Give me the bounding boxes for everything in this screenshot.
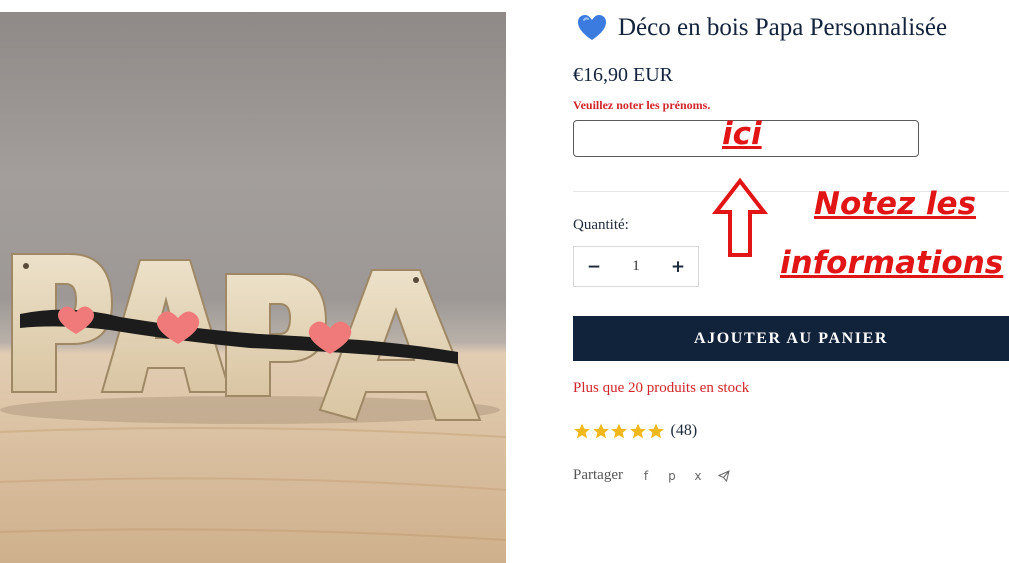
pinterest-icon[interactable]: p <box>664 468 680 484</box>
quantity-input[interactable]: 1 <box>614 258 658 275</box>
facebook-icon[interactable]: f <box>638 468 654 484</box>
rating-count: (48) <box>670 422 698 439</box>
quantity-decrease-button[interactable]: − <box>574 247 614 286</box>
product-image[interactable] <box>0 12 506 563</box>
star-icon <box>592 423 609 439</box>
quantity-label: Quantité: <box>573 217 629 233</box>
add-to-cart-button[interactable]: AJOUTER AU PANIER <box>573 316 1009 361</box>
up-arrow-icon <box>712 178 768 257</box>
product-photo-art <box>0 253 506 541</box>
annotation-line-2: informations <box>780 245 1004 281</box>
annotation-line-1: Notez les <box>814 186 977 222</box>
x-icon[interactable]: x <box>690 468 706 484</box>
product-title: Déco en bois Papa Personnalisée <box>618 14 948 41</box>
share-row: Partager f p x <box>573 467 737 484</box>
star-icon <box>648 423 664 439</box>
star-icon <box>611 423 627 439</box>
quantity-stepper: − 1 + <box>573 246 699 287</box>
quantity-increase-button[interactable]: + <box>658 247 698 286</box>
blue-heart-icon <box>578 15 606 40</box>
share-label: Partager <box>573 467 623 483</box>
names-field-label: Veuillez noter les prénoms. <box>573 98 711 112</box>
telegram-icon[interactable] <box>716 468 732 484</box>
rating[interactable]: (48) <box>573 422 697 440</box>
star-icon <box>629 423 646 439</box>
product-price: €16,90 EUR <box>573 64 673 86</box>
stock-status: Plus que 20 produits en stock <box>573 380 750 396</box>
product-title-row: Déco en bois Papa Personnalisée <box>576 12 947 44</box>
star-icon <box>574 423 590 439</box>
annotation-ici: ici <box>722 116 762 152</box>
